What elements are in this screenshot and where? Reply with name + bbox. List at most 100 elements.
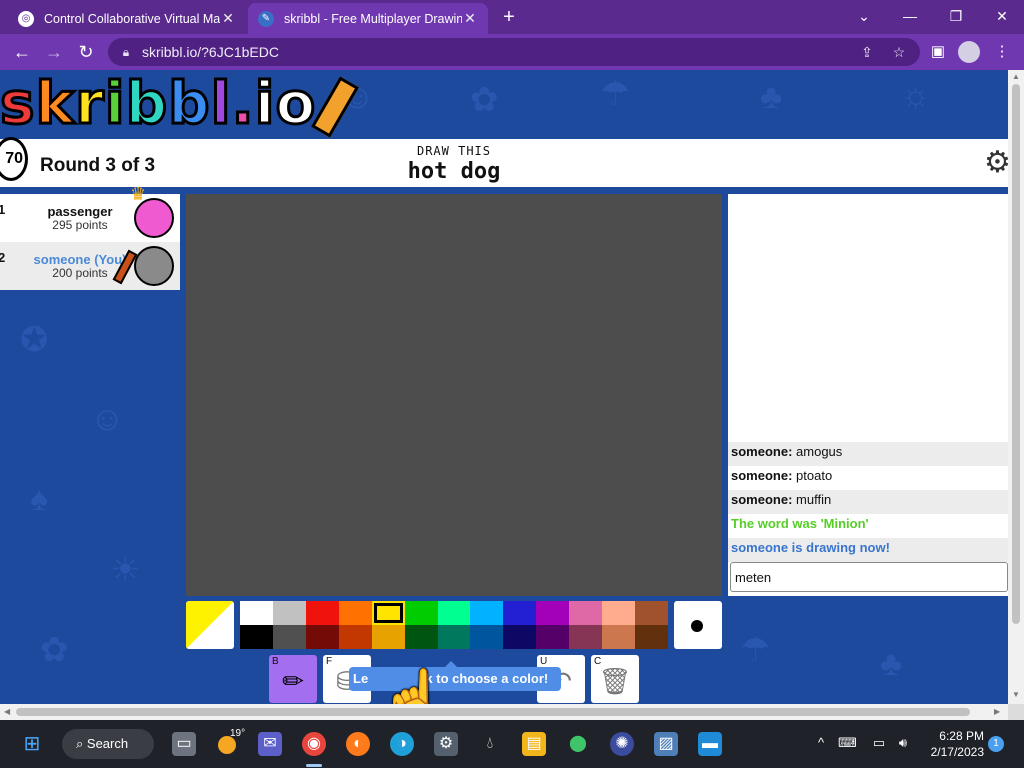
chat-author: someone: (731, 492, 793, 507)
firefox-icon[interactable]: ◐ (346, 732, 370, 756)
doodle-icon: ♣ (880, 645, 903, 683)
weather-widget[interactable]: 19° (216, 728, 245, 758)
volume-icon[interactable]: 🔊︎ (894, 734, 912, 752)
chat-message: someone: muffin (728, 490, 1008, 514)
side-panel-icon[interactable]: ▣ (928, 42, 948, 62)
color-swatch[interactable] (371, 625, 405, 649)
reload-icon[interactable]: ↻ (74, 40, 98, 64)
edge-icon[interactable]: ◑ (390, 732, 414, 756)
taskbar-clock[interactable]: 6:28 PM 2/17/2023 (920, 728, 984, 760)
close-tab-icon[interactable]: ✕ (462, 10, 478, 27)
back-arrow-icon[interactable]: ← (10, 40, 34, 64)
color-swatch[interactable] (503, 625, 537, 649)
tab-search-chevron-icon[interactable]: ⌄ (850, 4, 878, 28)
chrome-icon[interactable]: ◉ (302, 732, 326, 756)
color-swatch[interactable] (602, 601, 636, 625)
restore-icon[interactable]: ❐ (942, 4, 970, 28)
drawing-canvas[interactable] (186, 194, 722, 596)
notification-badge[interactable]: 1 (988, 736, 1004, 752)
teams-chat-icon[interactable]: ✉ (258, 732, 282, 756)
scrollbar-thumb[interactable] (1012, 84, 1020, 624)
url-text[interactable]: skribbl.io/?6JC1bEDC (142, 44, 279, 60)
skribbl-logo: skribbl.io (0, 70, 360, 138)
share-icon[interactable]: ⇪ (858, 43, 876, 61)
color-swatch[interactable] (569, 601, 603, 625)
doodle-icon: ✿ (40, 631, 69, 669)
color-swatch[interactable] (338, 625, 372, 649)
color-swatch[interactable] (305, 601, 339, 625)
color-swatch[interactable] (437, 625, 471, 649)
green-drop-app-icon[interactable]: ⬤ (566, 732, 590, 756)
color-swatch[interactable] (272, 625, 306, 649)
remote-app-icon[interactable]: ▬ (698, 732, 722, 756)
color-swatch[interactable] (470, 625, 504, 649)
player-row[interactable]: 1 passenger 295 points ♛ (0, 184, 180, 242)
menu-kebab-icon[interactable]: ⋮ (992, 42, 1012, 62)
new-tab-button[interactable]: + (498, 6, 520, 28)
scroll-down-arrow-icon[interactable]: ▼ (1008, 690, 1024, 699)
color-swatch[interactable] (404, 625, 438, 649)
chat-message: someone: amogus (728, 442, 1008, 466)
color-swatch[interactable] (338, 601, 372, 625)
network-icon[interactable]: ▭ (870, 734, 888, 752)
color-swatch[interactable] (305, 625, 339, 649)
windows-taskbar: ⊞ ⌕ Search ▭ 19° ✉ ◉ ◐ ◑ ⚙ 💧︎ ▤ ⬤ ✺ ▨ ▬ … (0, 720, 1024, 768)
forward-arrow-icon[interactable]: → (42, 40, 66, 64)
minimize-icon[interactable]: — (896, 4, 924, 28)
color-swatch[interactable] (470, 601, 504, 625)
profile-avatar[interactable] (958, 41, 980, 63)
close-window-icon[interactable]: ✕ (988, 4, 1016, 28)
settings-gear-icon[interactable]: ⚙ (984, 145, 1008, 181)
current-color-preview[interactable] (186, 601, 234, 649)
color-swatch[interactable] (503, 601, 537, 625)
lock-icon[interactable]: 🔒︎ (118, 44, 134, 60)
settings-icon[interactable]: ⚙ (434, 732, 458, 756)
scroll-up-arrow-icon[interactable]: ▲ (1008, 72, 1024, 81)
color-swatch[interactable] (536, 601, 570, 625)
color-swatch[interactable] (371, 601, 405, 625)
color-swatch[interactable] (272, 601, 306, 625)
chat-input[interactable] (730, 562, 1008, 592)
image-viewer-icon[interactable]: ▨ (654, 732, 678, 756)
skribbl-page: ☺ ✿ ☂ ♣ ☼ ✪ ☺ ♠ ☀ ✿ ☂ ♣ skribbl.io 70 Ro… (0, 70, 1008, 704)
doodle-icon: ☀ (110, 551, 141, 589)
file-explorer-icon[interactable]: ▤ (522, 732, 546, 756)
scrollbar-thumb[interactable] (16, 708, 970, 716)
color-swatch[interactable] (635, 625, 668, 649)
bookmark-star-icon[interactable]: ☆ (890, 43, 908, 61)
task-view-icon[interactable]: ▭ (172, 732, 196, 756)
brush-size-button[interactable] (674, 601, 722, 649)
scroll-left-arrow-icon[interactable]: ◀ (4, 704, 10, 720)
tab-skribbl[interactable]: ✎ skribbl - Free Multiplayer Drawin ✕ (248, 3, 488, 34)
tab-title: Control Collaborative Virtual Mac (44, 11, 220, 26)
pencil-tool-button[interactable]: B ✏︎ (269, 655, 317, 703)
doodle-icon: ☺ (90, 400, 125, 438)
scroll-right-arrow-icon[interactable]: ▶ (994, 704, 1000, 720)
doodle-icon: ☼ (900, 76, 932, 114)
color-swatch[interactable] (437, 601, 471, 625)
color-swatch[interactable] (536, 625, 570, 649)
taskbar-search[interactable]: ⌕ Search (62, 729, 154, 759)
color-swatch[interactable] (404, 601, 438, 625)
keyboard-icon[interactable]: ⌨ (838, 734, 857, 752)
droplet-app-icon[interactable]: 💧︎ (478, 732, 502, 756)
color-swatch[interactable] (240, 625, 273, 649)
color-palette (240, 601, 668, 649)
virus-app-icon[interactable]: ✺ (610, 732, 634, 756)
vertical-scrollbar[interactable]: ▲ ▼ (1008, 70, 1024, 704)
windows-start-icon[interactable]: ⊞ (20, 732, 44, 756)
color-swatch[interactable] (240, 601, 273, 625)
clear-tool-button[interactable]: C 🗑︎ (591, 655, 639, 703)
show-hidden-icons-chevron[interactable]: ^ (812, 734, 830, 752)
player-list: 1 passenger 295 points ♛ 2 someone (You)… (0, 184, 180, 290)
horizontal-scrollbar[interactable]: ◀ ▶ (0, 704, 1008, 720)
draw-this-label: DRAW THIS (416, 144, 492, 158)
player-row[interactable]: 2 someone (You) 200 points (0, 242, 180, 290)
tab-control-collaborative[interactable]: ◎ Control Collaborative Virtual Mac ✕ (8, 3, 246, 34)
address-bar[interactable]: 🔒︎ skribbl.io/?6JC1bEDC ⇪ ☆ (108, 38, 920, 66)
hand-cursor-icon: ☝ (378, 667, 448, 704)
color-swatch[interactable] (635, 601, 668, 625)
color-swatch[interactable] (569, 625, 603, 649)
close-tab-icon[interactable]: ✕ (220, 10, 236, 27)
color-swatch[interactable] (602, 625, 636, 649)
